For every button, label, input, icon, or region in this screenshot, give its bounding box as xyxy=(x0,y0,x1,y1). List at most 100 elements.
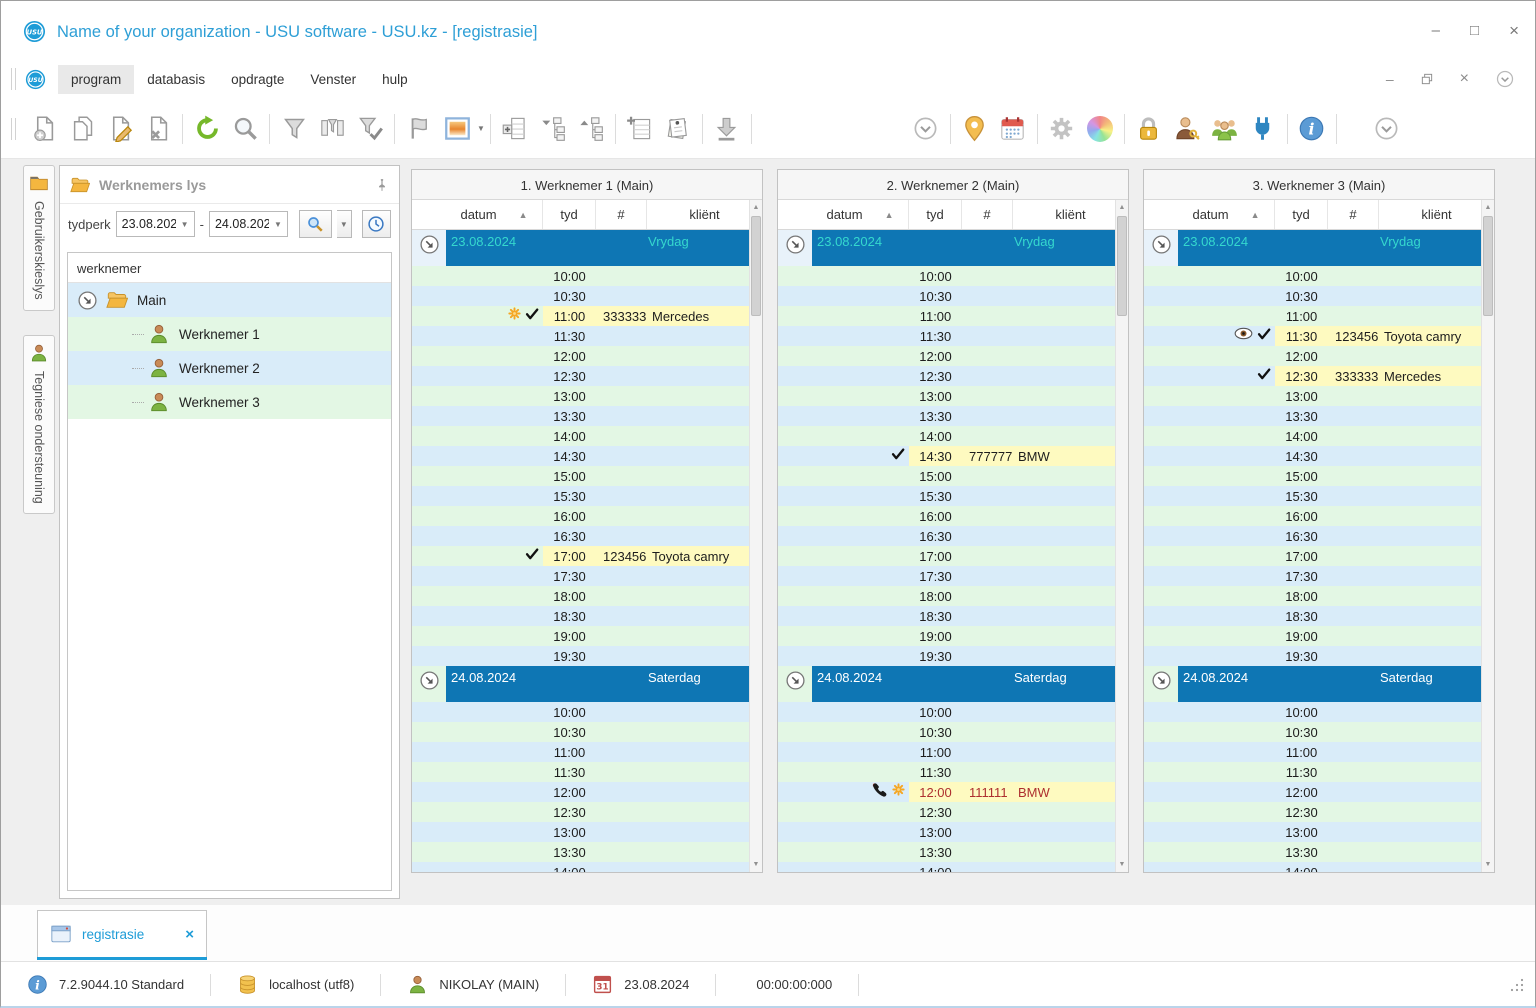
scroll-up-icon[interactable]: ▲ xyxy=(1482,204,1494,211)
time-slot-row[interactable]: 13:00 xyxy=(412,822,749,842)
doc-copy-button[interactable] xyxy=(63,110,101,148)
date-to-select[interactable]: 24.08.2024 ▼ xyxy=(208,211,288,237)
menu-item-opdragte[interactable]: opdragte xyxy=(218,65,297,94)
list-plus-button[interactable] xyxy=(496,110,534,148)
time-slot-row[interactable]: 14:00 xyxy=(412,426,749,446)
time-slot-row[interactable]: 15:00 xyxy=(778,466,1115,486)
day-expander[interactable] xyxy=(778,230,812,266)
time-slot-row[interactable]: 12:30 xyxy=(412,366,749,386)
calendar-button[interactable] xyxy=(994,110,1032,148)
time-slot-row[interactable]: 11:00 xyxy=(1144,306,1481,326)
time-slot-row[interactable]: 10:30 xyxy=(778,286,1115,306)
tree-row-employee[interactable]: Werknemer 2 xyxy=(68,351,391,385)
vertical-scrollbar[interactable]: ▲ ▼ xyxy=(1115,200,1128,872)
scroll-down-icon[interactable]: ▼ xyxy=(1482,861,1494,868)
time-slot-row[interactable]: 14:00 xyxy=(778,862,1115,872)
time-slot-row[interactable]: 11:00 xyxy=(1144,742,1481,762)
time-slot-row[interactable]: 10:30 xyxy=(778,722,1115,742)
mdi-minimize-button[interactable]: – xyxy=(1386,71,1394,87)
scrollbar-thumb[interactable] xyxy=(1483,216,1493,316)
toolbar-grip-2[interactable] xyxy=(11,117,16,140)
column-header-number[interactable]: # xyxy=(1328,200,1379,229)
time-slot-row[interactable]: 11:00 xyxy=(412,742,749,762)
appointment-row[interactable]: 11:00 333333 Mercedes xyxy=(412,306,749,326)
time-slot-row[interactable]: 14:00 xyxy=(1144,862,1481,872)
time-slot-row[interactable]: 19:00 xyxy=(412,626,749,646)
flag-button[interactable] xyxy=(400,110,438,148)
day-expander[interactable] xyxy=(412,230,446,266)
time-slot-row[interactable]: 16:30 xyxy=(1144,526,1481,546)
column-header-klient[interactable]: kliënt xyxy=(1379,200,1494,229)
column-header-tyd[interactable]: tyd xyxy=(1275,200,1328,229)
mdi-close-button[interactable]: × xyxy=(1460,70,1469,88)
menu-item-Venster[interactable]: Venster xyxy=(297,65,369,94)
time-slot-row[interactable]: 10:00 xyxy=(412,702,749,722)
time-slot-row[interactable]: 19:30 xyxy=(1144,646,1481,666)
column-header-number[interactable]: # xyxy=(962,200,1013,229)
sidebar-tab-2[interactable]: Tegniese ondersteuning xyxy=(23,334,55,515)
resize-grip[interactable] xyxy=(1509,977,1525,993)
tab-registrasie[interactable]: registrasie × xyxy=(37,910,207,957)
day-expander[interactable] xyxy=(1144,666,1178,702)
time-slot-row[interactable]: 19:00 xyxy=(778,626,1115,646)
time-slot-row[interactable]: 12:30 xyxy=(778,366,1115,386)
toolbar-grip[interactable] xyxy=(11,68,16,90)
time-slot-row[interactable]: 10:30 xyxy=(1144,722,1481,742)
column-header-tyd[interactable]: tyd xyxy=(543,200,596,229)
tab-close-icon[interactable]: × xyxy=(185,926,194,943)
tree-expand-button[interactable] xyxy=(572,110,610,148)
time-slot-row[interactable]: 13:30 xyxy=(412,406,749,426)
column-header-klient[interactable]: kliënt xyxy=(1013,200,1128,229)
plug-button[interactable] xyxy=(1244,110,1282,148)
column-header-datum[interactable]: datum ▲ xyxy=(812,200,909,229)
overflow-chevron-button[interactable] xyxy=(907,110,945,148)
scroll-down-icon[interactable]: ▼ xyxy=(1116,861,1128,868)
time-slot-row[interactable]: 11:30 xyxy=(778,326,1115,346)
column-header-klient[interactable]: kliënt xyxy=(647,200,762,229)
time-slot-row[interactable]: 13:00 xyxy=(1144,386,1481,406)
time-slot-row[interactable]: 14:00 xyxy=(778,426,1115,446)
time-slot-row[interactable]: 12:30 xyxy=(412,802,749,822)
appointment-row[interactable]: 11:30 123456 Toyota camry xyxy=(1144,326,1481,346)
day-band[interactable]: 24.08.2024 Saterdag xyxy=(1178,666,1481,702)
time-slot-row[interactable]: 13:30 xyxy=(778,406,1115,426)
time-slot-row[interactable]: 18:30 xyxy=(412,606,749,626)
day-expander[interactable] xyxy=(1144,230,1178,266)
search-button[interactable] xyxy=(298,210,332,238)
time-slot-row[interactable]: 13:00 xyxy=(1144,822,1481,842)
maximize-button[interactable]: □ xyxy=(1470,23,1479,39)
doc-edit-button[interactable] xyxy=(101,110,139,148)
column-header-number[interactable]: # xyxy=(596,200,647,229)
column-header-datum[interactable]: datum ▲ xyxy=(1178,200,1275,229)
day-band[interactable]: 24.08.2024 Saterdag xyxy=(812,666,1115,702)
time-slot-row[interactable]: 19:00 xyxy=(1144,626,1481,646)
table-add-button[interactable] xyxy=(621,110,659,148)
time-slot-row[interactable]: 17:00 xyxy=(778,546,1115,566)
lock-button[interactable] xyxy=(1130,110,1168,148)
download-button[interactable] xyxy=(708,110,746,148)
info-button[interactable]: i xyxy=(1293,110,1331,148)
time-slot-row[interactable]: 11:30 xyxy=(1144,762,1481,782)
tree-row-main[interactable]: Main xyxy=(68,283,391,317)
time-slot-row[interactable]: 17:30 xyxy=(1144,566,1481,586)
scroll-up-icon[interactable]: ▲ xyxy=(750,204,762,211)
time-slot-row[interactable]: 19:30 xyxy=(778,646,1115,666)
filter-columns-button[interactable] xyxy=(313,110,351,148)
scroll-down-icon[interactable]: ▼ xyxy=(750,861,762,868)
time-slot-row[interactable]: 12:00 xyxy=(1144,346,1481,366)
time-slot-row[interactable]: 10:00 xyxy=(778,266,1115,286)
time-slot-row[interactable]: 18:30 xyxy=(1144,606,1481,626)
time-slot-row[interactable]: 13:00 xyxy=(778,386,1115,406)
menu-item-databasis[interactable]: databasis xyxy=(134,65,218,94)
time-slot-row[interactable]: 18:30 xyxy=(778,606,1115,626)
day-band[interactable]: 23.08.2024 Vrydag xyxy=(812,230,1115,266)
time-slot-row[interactable]: 18:00 xyxy=(778,586,1115,606)
refresh-button[interactable] xyxy=(188,110,226,148)
expander-icon[interactable] xyxy=(77,290,98,311)
scroll-up-icon[interactable]: ▲ xyxy=(1116,204,1128,211)
tree-row-employee[interactable]: Werknemer 3 xyxy=(68,385,391,419)
mdi-menu-chevron-icon[interactable] xyxy=(1495,69,1515,89)
overflow-chevron-button[interactable] xyxy=(1368,110,1406,148)
time-slot-row[interactable]: 10:00 xyxy=(412,266,749,286)
time-slot-row[interactable]: 15:30 xyxy=(1144,486,1481,506)
